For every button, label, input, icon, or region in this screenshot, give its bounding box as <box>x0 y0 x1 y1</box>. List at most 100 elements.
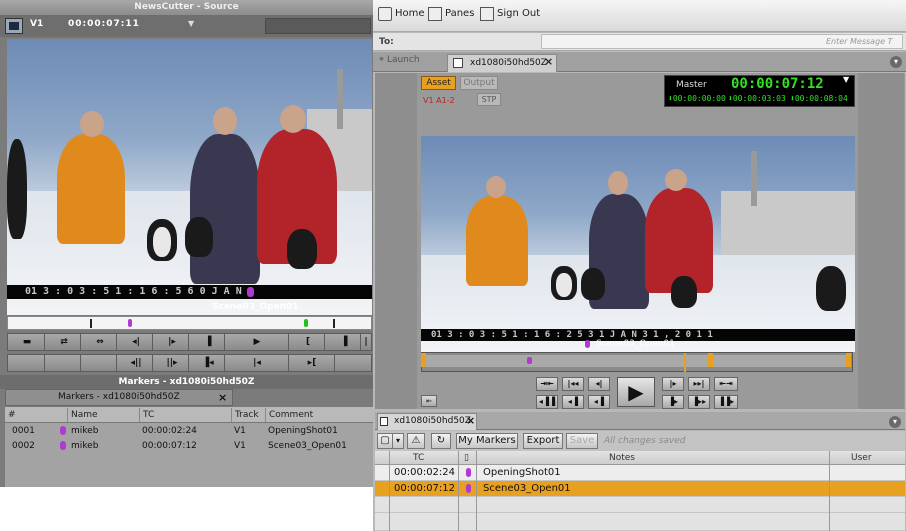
table-row-selected[interactable]: 00:00:07:12 Scene03_Open01 <box>375 481 905 497</box>
monitor-icon[interactable] <box>5 18 23 34</box>
btn-rewind[interactable]: ◂▐ <box>562 395 584 409</box>
col-tc[interactable]: TC <box>413 453 424 463</box>
btn-clear[interactable]: ▬ <box>7 333 47 351</box>
btn-mark-in[interactable]: [ <box>288 333 328 351</box>
lower-tab-close-icon[interactable]: × <box>466 414 475 427</box>
warning-icon[interactable]: ⚠ <box>407 433 425 449</box>
nav-signout[interactable]: Sign Out <box>497 8 540 19</box>
table-row[interactable]: 0001 mikeb 00:00:02:24 V1 OpeningShot01 <box>5 424 373 439</box>
end-handle[interactable] <box>846 353 851 367</box>
panes-icon[interactable] <box>428 7 442 21</box>
tab-launch[interactable]: ⌖ Launch <box>379 55 420 65</box>
btn-go-out[interactable]: ▸[ <box>288 354 336 372</box>
asset-mode-button[interactable]: Asset <box>421 76 456 90</box>
tab-close-icon[interactable]: × <box>544 55 553 68</box>
col-color[interactable]: ▯ <box>464 453 469 463</box>
btn-step-back[interactable]: ◂| <box>588 377 610 391</box>
btn-empty[interactable] <box>44 354 84 372</box>
play-button[interactable]: ▶ <box>617 377 655 407</box>
player-video-frame[interactable]: 01 3 : 0 3 : 5 1 : 1 6 : 2 5 3 1 J A N 3… <box>421 136 855 352</box>
btn-more[interactable]: | <box>360 333 372 351</box>
lower-panel-menu-icon[interactable]: ▾ <box>889 416 901 428</box>
person-head <box>608 171 628 195</box>
table-row[interactable]: 0002 mikeb 00:00:07:12 V1 Scene03_Open01 <box>5 439 373 454</box>
mark-out-handle[interactable] <box>708 353 713 367</box>
btn-empty[interactable] <box>334 354 372 372</box>
btn-ffwd[interactable]: ▐▸▸ <box>688 395 710 409</box>
player-right-margin <box>858 73 904 409</box>
btn-rewind[interactable]: ◂|| <box>116 354 156 372</box>
col-tc[interactable]: TC <box>139 408 231 422</box>
btn-ffwd[interactable]: ||▸ <box>152 354 192 372</box>
col-track[interactable]: Track <box>231 408 265 422</box>
ship-mast <box>751 151 757 206</box>
btn-rewind-fast[interactable]: ◂▐▐ <box>536 395 558 409</box>
timecode-menu-icon[interactable]: ▼ <box>843 75 849 84</box>
btn-play[interactable]: ▶ <box>224 333 290 351</box>
timecode-menu-icon[interactable]: ▼ <box>188 19 194 28</box>
table-row-empty[interactable] <box>375 513 905 531</box>
new-marker-dropdown-icon[interactable]: ▾ <box>392 433 404 449</box>
col-number[interactable]: # <box>5 408 57 422</box>
tab-markers-pane[interactable]: xd1080i50hd50Z <box>377 413 477 430</box>
col-comment[interactable]: Comment <box>265 408 373 422</box>
new-marker-icon[interactable]: ▢ <box>377 433 393 449</box>
signout-icon[interactable] <box>480 7 494 21</box>
btn-empty[interactable] <box>80 354 120 372</box>
source-timecode: 00:00:07:11 <box>68 19 140 29</box>
marker-name: mikeb <box>71 426 99 436</box>
home-icon[interactable] <box>378 7 392 21</box>
marker-color-icon <box>466 484 471 493</box>
source-position-bar[interactable] <box>7 316 372 330</box>
btn-swap[interactable]: ⇄ <box>44 333 84 351</box>
refresh-icon[interactable]: ↻ <box>431 433 451 449</box>
btn-frame-fwd[interactable]: ▐▸ <box>662 395 684 409</box>
btn-go-start[interactable]: |◂◂ <box>562 377 584 391</box>
col-name[interactable]: Name <box>67 408 139 422</box>
btn-mark[interactable]: ▐ <box>188 333 228 351</box>
my-markers-button[interactable]: My Markers <box>456 433 518 449</box>
btn-step-back[interactable]: ◂| <box>116 333 156 351</box>
document-icon <box>380 417 388 426</box>
sync-button[interactable]: ⇤ <box>421 395 437 407</box>
btn-go-start[interactable]: |◂ <box>224 354 290 372</box>
tab-asset[interactable]: xd1080i50hd50Z <box>447 54 557 72</box>
marker-purple[interactable] <box>527 357 532 364</box>
nav-panes[interactable]: Panes <box>445 8 474 19</box>
btn-ffwd-fast[interactable]: ▐▐▸ <box>714 395 738 409</box>
source-info-field[interactable] <box>265 18 371 34</box>
output-mode-button[interactable]: Output <box>460 76 498 90</box>
penguin <box>671 276 697 308</box>
stp-button[interactable]: STP <box>477 93 501 106</box>
col-user[interactable]: User <box>851 453 872 463</box>
marker-purple[interactable] <box>128 319 132 327</box>
marker-green[interactable] <box>304 319 308 327</box>
btn-go-in[interactable]: ▐◂ <box>188 354 228 372</box>
markers-tab-close-icon[interactable]: × <box>218 391 227 404</box>
track-selector[interactable]: V1 <box>30 19 43 29</box>
position-bar-track[interactable] <box>423 355 851 367</box>
source-video-frame[interactable]: 01 3 : 0 3 : 5 1 : 1 6 : 5 6 0 J A N Sce… <box>7 39 372 315</box>
table-row-empty[interactable] <box>375 497 905 513</box>
panel-menu-icon[interactable]: ▾ <box>890 56 902 68</box>
track-selection-label[interactable]: V1 A1-2 <box>421 94 473 107</box>
save-button[interactable]: Save <box>566 433 598 449</box>
btn-mark-in-out[interactable]: ⇥⇤ <box>536 377 558 391</box>
btn-go-end[interactable]: ▸▸| <box>688 377 710 391</box>
markers-tab[interactable]: Markers - xd1080i50hd50Z <box>5 389 233 406</box>
btn-step-fwd[interactable]: |▸ <box>662 377 684 391</box>
table-row[interactable]: 00:00:02:24 OpeningShot01 <box>375 465 905 481</box>
btn-empty[interactable] <box>7 354 47 372</box>
btn-mark-out[interactable]: ▐ <box>324 333 364 351</box>
mark-in-handle[interactable] <box>421 353 426 367</box>
marker-dot <box>585 340 590 348</box>
playhead[interactable] <box>684 353 686 372</box>
nav-home[interactable]: Home <box>395 8 425 19</box>
btn-step-fwd[interactable]: |▸ <box>152 333 192 351</box>
btn-match[interactable]: ⇔ <box>80 333 120 351</box>
btn-clear-marks[interactable]: ⇤⇥ <box>714 377 738 391</box>
marker-color-icon <box>60 426 66 435</box>
export-button[interactable]: Export <box>523 433 563 449</box>
btn-frame-back[interactable]: ◂▐ <box>588 395 610 409</box>
col-notes[interactable]: Notes <box>609 453 635 463</box>
